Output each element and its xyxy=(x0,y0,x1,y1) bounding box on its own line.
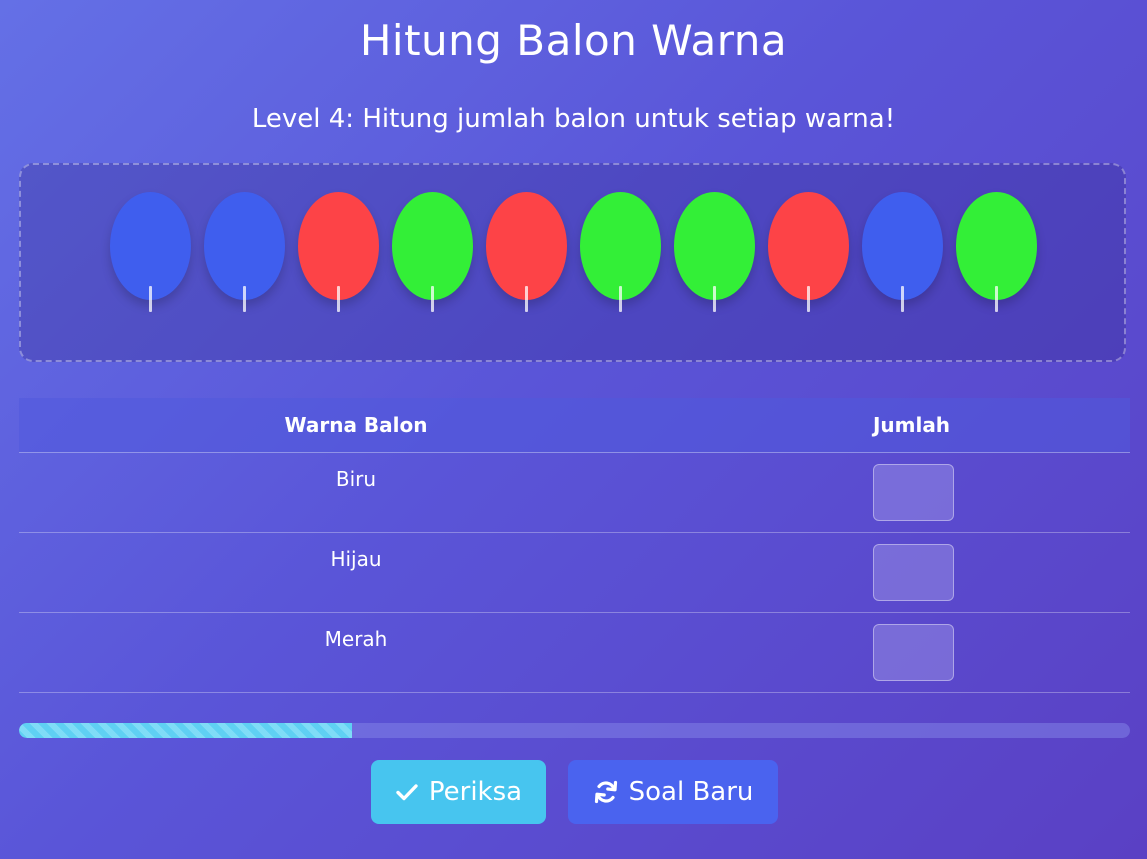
table-row-blue: Biru xyxy=(19,453,1130,533)
new-question-button[interactable]: Soal Baru xyxy=(568,760,778,824)
balloon-string xyxy=(337,286,340,312)
balloon-body xyxy=(204,192,285,300)
count-input-green[interactable] xyxy=(872,544,954,601)
balloon-green xyxy=(674,192,755,316)
balloon-body xyxy=(580,192,661,300)
header-count: Jumlah xyxy=(872,413,951,437)
balloon-string xyxy=(525,286,528,312)
balloon-blue xyxy=(862,192,943,316)
balloon-string xyxy=(713,286,716,312)
balloon-string xyxy=(243,286,246,312)
balloon-red xyxy=(486,192,567,316)
balloon-string xyxy=(149,286,152,312)
balloon-red xyxy=(768,192,849,316)
table-row-red: Merah xyxy=(19,613,1130,693)
count-input-red[interactable] xyxy=(872,624,954,681)
balloon-green xyxy=(392,192,473,316)
level-instruction: Level 4: Hitung jumlah balon untuk setia… xyxy=(251,104,896,134)
balloon-body xyxy=(674,192,755,300)
balloon-body xyxy=(862,192,943,300)
balloon-row xyxy=(110,192,1037,316)
check-button-label: Periksa xyxy=(428,777,523,807)
balloon-blue xyxy=(204,192,285,316)
balloon-red xyxy=(298,192,379,316)
balloon-body xyxy=(768,192,849,300)
balloon-body xyxy=(110,192,191,300)
balloon-body xyxy=(956,192,1037,300)
check-icon xyxy=(395,780,419,804)
row-label-green: Hijau xyxy=(330,547,382,571)
check-button[interactable]: Periksa xyxy=(371,760,546,824)
balloon-green xyxy=(956,192,1037,316)
new-question-label: Soal Baru xyxy=(628,777,754,807)
balloon-body xyxy=(392,192,473,300)
count-input-blue[interactable] xyxy=(872,464,954,521)
balloon-string xyxy=(431,286,434,312)
table-row-green: Hijau xyxy=(19,533,1130,613)
balloon-string xyxy=(807,286,810,312)
balloon-blue xyxy=(110,192,191,316)
balloon-string xyxy=(619,286,622,312)
balloon-string xyxy=(995,286,998,312)
progress-fill xyxy=(19,723,353,738)
balloon-body xyxy=(486,192,567,300)
row-label-red: Merah xyxy=(324,627,388,651)
balloon-display-area xyxy=(19,163,1126,362)
row-label-blue: Biru xyxy=(335,467,377,491)
balloon-green xyxy=(580,192,661,316)
header-balloon-color: Warna Balon xyxy=(284,413,428,437)
refresh-icon xyxy=(593,779,619,805)
progress-bar xyxy=(19,723,1130,738)
page-title: Hitung Balon Warna xyxy=(359,16,788,65)
balloon-body xyxy=(298,192,379,300)
count-table: Warna Balon Jumlah Biru Hijau Merah xyxy=(19,398,1130,693)
table-header: Warna Balon Jumlah xyxy=(19,398,1130,453)
balloon-string xyxy=(901,286,904,312)
